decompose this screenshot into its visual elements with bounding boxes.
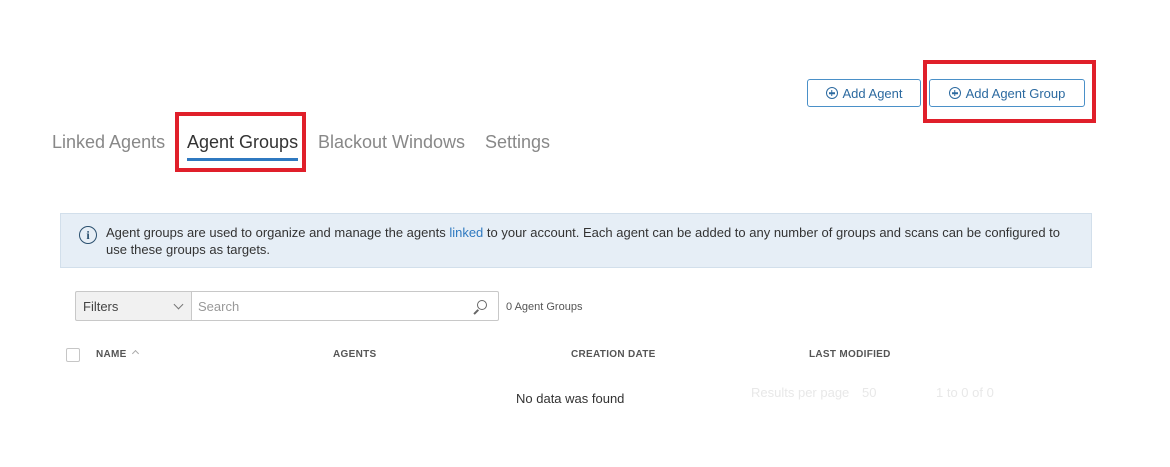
plus-circle-icon — [948, 87, 961, 99]
column-label: LAST MODIFIED — [809, 349, 891, 360]
tab-label: Linked Agents — [52, 132, 166, 152]
active-tab-underline — [187, 158, 299, 161]
column-header-agents[interactable]: AGENTS — [333, 349, 376, 360]
search-icon[interactable] — [477, 300, 487, 310]
column-label: NAME — [96, 349, 127, 360]
column-label: CREATION DATE — [571, 349, 656, 360]
add-agent-label: Add Agent — [842, 85, 903, 101]
tab-settings[interactable]: Settings — [485, 132, 550, 153]
add-agent-group-button[interactable]: Add Agent Group — [929, 79, 1085, 107]
chevron-down-icon — [173, 299, 184, 310]
add-agent-group-label: Add Agent Group — [965, 85, 1066, 101]
empty-state-text: No data was found — [516, 391, 625, 406]
info-banner: i Agent groups are used to organize and … — [60, 213, 1092, 268]
filters-dropdown[interactable]: Filters — [75, 291, 191, 321]
tab-label: Agent Groups — [187, 132, 299, 152]
info-banner-text: Agent groups are used to organize and ma… — [106, 224, 1076, 258]
select-all-checkbox[interactable] — [66, 348, 80, 362]
tab-linked-agents[interactable]: Linked Agents — [52, 132, 165, 153]
plus-circle-icon — [825, 87, 838, 99]
search-box — [191, 291, 499, 321]
search-input[interactable] — [198, 298, 468, 314]
info-icon: i — [79, 226, 97, 244]
tab-agent-groups[interactable]: Agent Groups — [187, 132, 299, 161]
pagination-range: 1 to 0 of 0 — [936, 385, 994, 400]
column-header-creation-date[interactable]: CREATION DATE — [571, 349, 656, 360]
sort-up-icon — [131, 349, 139, 358]
banner-text-part: Agent groups are used to organize and ma… — [106, 225, 450, 240]
column-header-last-modified[interactable]: LAST MODIFIED — [809, 349, 891, 360]
add-agent-button[interactable]: Add Agent — [807, 79, 921, 107]
linked-link[interactable]: linked — [449, 225, 483, 240]
tab-label: Blackout Windows — [318, 132, 466, 152]
agent-group-count: 0 Agent Groups — [506, 301, 583, 313]
tab-blackout-windows[interactable]: Blackout Windows — [318, 132, 465, 153]
results-per-page-label: Results per page — [751, 385, 850, 400]
filters-label: Filters — [83, 298, 119, 314]
per-page-select[interactable]: 50 — [862, 385, 876, 400]
column-header-name[interactable]: NAME — [96, 349, 139, 360]
tab-label: Settings — [485, 132, 551, 152]
column-label: AGENTS — [333, 349, 377, 360]
